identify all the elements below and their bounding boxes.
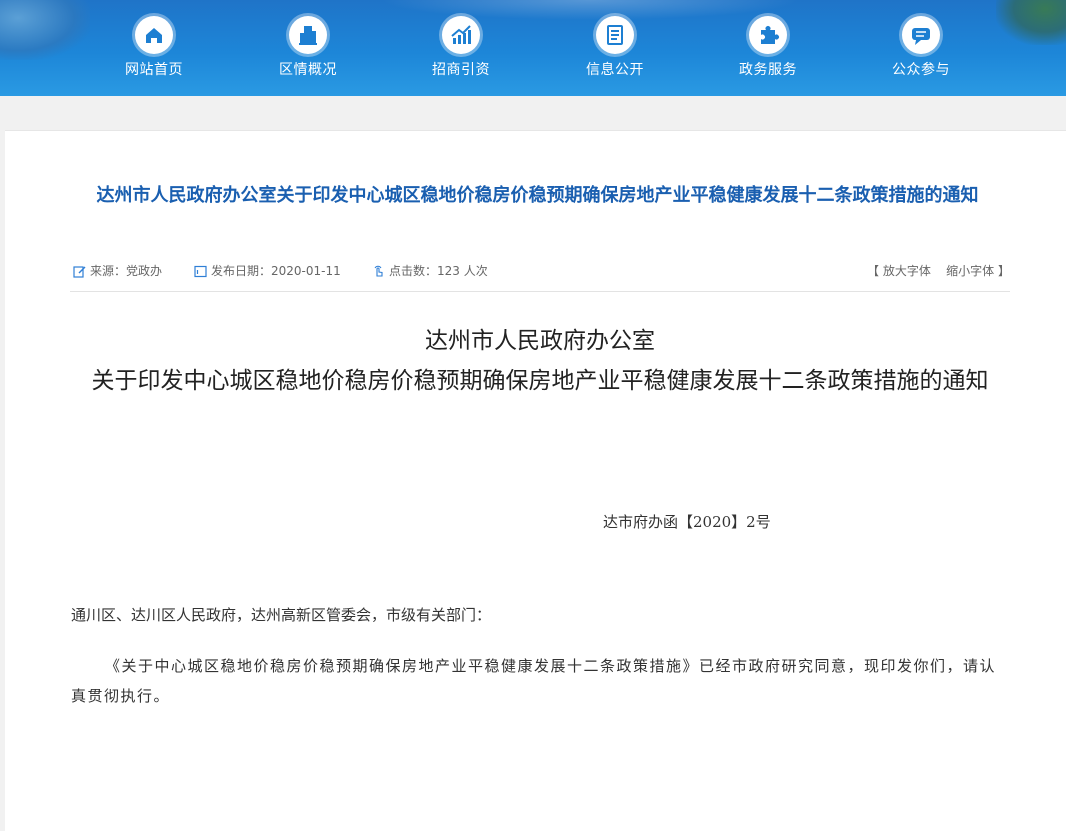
nav-item-participation[interactable]: 公众参与 xyxy=(871,16,971,86)
document-icon xyxy=(596,16,634,54)
article-title: 达州市人民政府办公室关于印发中心城区稳地价稳房价稳预期确保房地产业平稳健康发展十… xyxy=(96,185,979,206)
meta-date-label: 发布日期： xyxy=(211,264,272,278)
nav-item-home[interactable]: 网站首页 xyxy=(104,16,204,86)
document-body-paragraph: 《关于中心城区稳地价稳房价稳预期确保房地产业平稳健康发展十二条政策措施》已经市政… xyxy=(71,657,997,705)
chat-icon xyxy=(902,16,940,54)
meta-date-value: 2020-01-11 xyxy=(271,264,341,278)
nav-item-label: 招商引资 xyxy=(432,62,490,78)
top-navigation-banner: 网站首页 区情概况 招商引资 信息公开 政务服务 公众参与 xyxy=(0,0,1066,96)
nav-item-info-disclosure[interactable]: 信息公开 xyxy=(565,16,665,86)
click-icon xyxy=(374,265,383,277)
nav-item-investment[interactable]: 招商引资 xyxy=(411,16,511,86)
nav-item-label: 区情概况 xyxy=(279,62,337,78)
meta-source: 来源： 党政办 xyxy=(73,261,162,281)
growth-chart-icon xyxy=(442,16,480,54)
meta-clicks: 点击数： 123 人次 xyxy=(372,261,488,281)
nav-item-label: 政务服务 xyxy=(739,62,797,78)
banner-scenery-left xyxy=(0,0,90,60)
nav-item-label: 公众参与 xyxy=(892,62,950,78)
meta-date: 发布日期： 2020-01-11 xyxy=(194,261,341,281)
nav-item-label: 信息公开 xyxy=(586,62,644,78)
article-meta-bar: 来源： 党政办 发布日期： 2020-01-11 点击数： 123 人次 【 放… xyxy=(70,261,1010,292)
meta-source-value: 党政办 xyxy=(126,264,163,278)
banner-scenery-right xyxy=(996,0,1066,45)
document-heading-issuer: 达州市人民政府办公室 xyxy=(425,328,655,354)
shrink-font-button[interactable]: 缩小字体 xyxy=(946,264,994,278)
building-icon xyxy=(289,16,327,54)
font-ctrl-open-bracket: 【 xyxy=(866,264,879,278)
document-salutation: 通川区、达川区人民政府，达州高新区管委会，市级有关部门： xyxy=(71,606,492,624)
meta-clicks-value: 123 人次 xyxy=(437,264,488,278)
nav-item-label: 网站首页 xyxy=(125,62,183,78)
edit-icon xyxy=(73,265,86,278)
puzzle-icon xyxy=(749,16,787,54)
article-panel: 达州市人民政府办公室关于印发中心城区稳地价稳房价稳预期确保房地产业平稳健康发展十… xyxy=(5,130,1066,831)
document-heading: 达州市人民政府办公室 关于印发中心城区稳地价稳房价稳预期确保房地产业平稳健康发展… xyxy=(70,321,1010,401)
nav-item-overview[interactable]: 区情概况 xyxy=(258,16,358,86)
document-number: 达市府办函【2020】2号 xyxy=(603,513,771,531)
enlarge-font-button[interactable]: 放大字体 xyxy=(883,264,931,278)
meta-clicks-label: 点击数： xyxy=(389,264,438,278)
calendar-icon xyxy=(194,265,207,277)
meta-source-label: 来源： xyxy=(90,264,127,278)
document-heading-subject: 关于印发中心城区稳地价稳房价稳预期确保房地产业平稳健康发展十二条政策措施的通知 xyxy=(91,368,989,394)
font-ctrl-close-bracket: 】 xyxy=(997,264,1010,278)
font-size-controls: 【 放大字体 缩小字体 】 xyxy=(867,261,1010,281)
home-icon xyxy=(135,16,173,54)
nav-item-services[interactable]: 政务服务 xyxy=(718,16,818,86)
